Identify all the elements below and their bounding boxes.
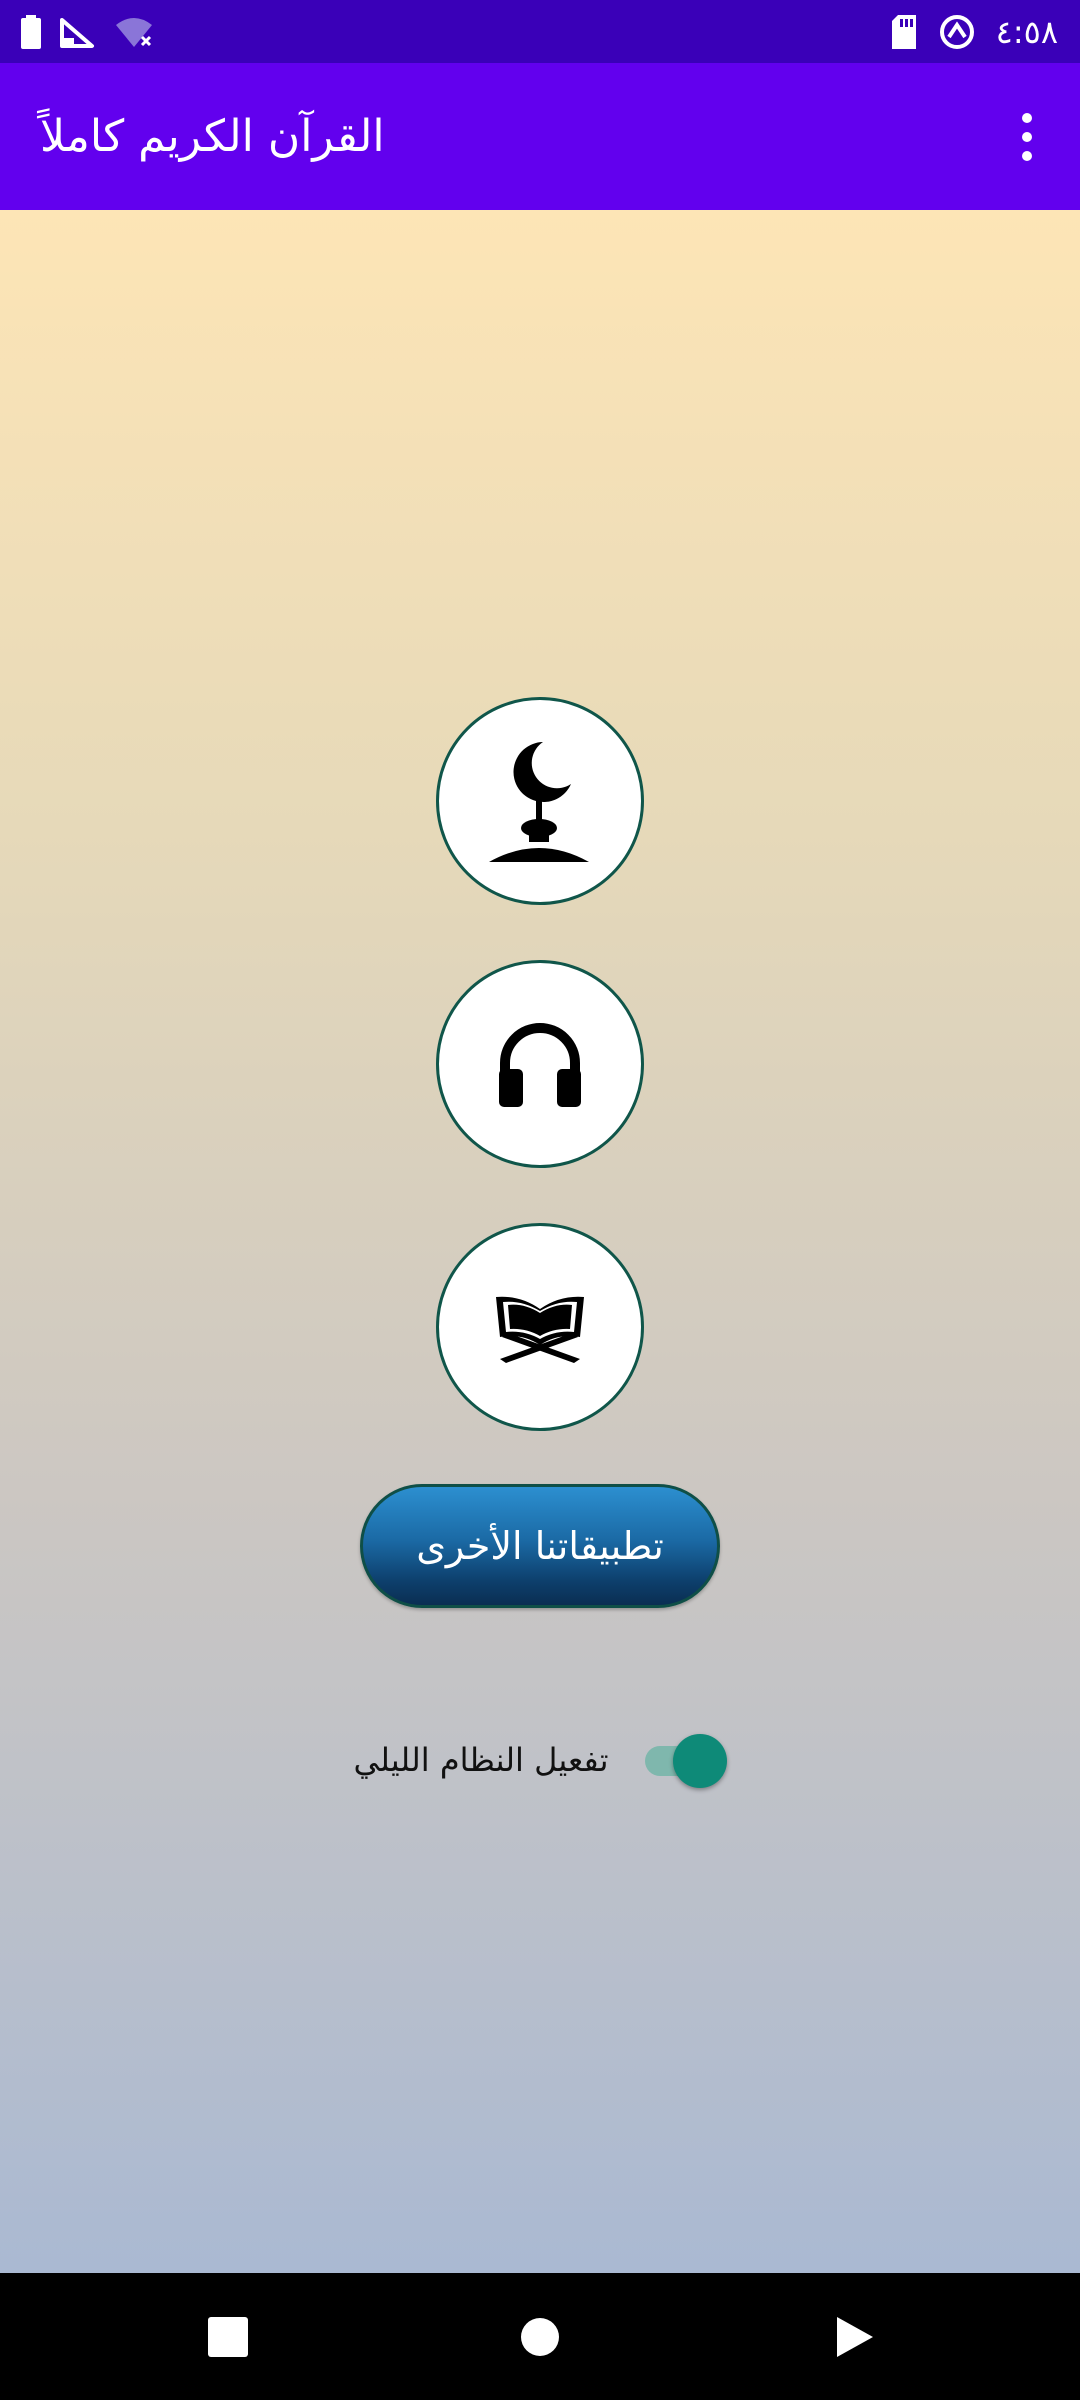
- main-content: تطبيقاتنا الأخرى تفعيل النظام الليلي: [0, 210, 1080, 2273]
- navigation-bar: [0, 2273, 1080, 2400]
- night-mode-label: تفعيل النظام الليلي: [353, 1741, 609, 1779]
- read-quran-button[interactable]: [436, 1223, 644, 1431]
- back-icon: [835, 2315, 875, 2359]
- status-bar-right: ٤:٥٨: [890, 0, 1058, 63]
- wifi-off-icon: [114, 15, 158, 49]
- mosque-button[interactable]: [436, 697, 644, 905]
- home-icon: [520, 2317, 560, 2357]
- battery-icon: [20, 14, 42, 49]
- back-button[interactable]: [795, 2273, 915, 2400]
- signal-icon: [60, 16, 96, 48]
- headphones-icon: [495, 1019, 585, 1109]
- other-apps-label: تطبيقاتنا الأخرى: [416, 1524, 664, 1568]
- switch-thumb: [672, 1734, 727, 1788]
- more-options-button[interactable]: [992, 99, 1062, 175]
- data-saver-icon: [938, 13, 976, 51]
- status-bar: ٤:٥٨: [0, 0, 1080, 63]
- mosque-crescent-icon: [485, 736, 595, 866]
- other-apps-button[interactable]: تطبيقاتنا الأخرى: [360, 1484, 720, 1608]
- night-mode-row: تفعيل النظام الليلي: [0, 1720, 1080, 1800]
- more-vert-icon: [1022, 113, 1032, 123]
- listen-button[interactable]: [436, 960, 644, 1168]
- night-mode-switch[interactable]: [639, 1730, 727, 1790]
- recents-button[interactable]: [168, 2273, 288, 2400]
- app-title: القرآن الكريم كاملاً: [40, 111, 385, 162]
- sd-card-icon: [890, 14, 918, 49]
- status-bar-left: [20, 0, 158, 63]
- status-time: ٤:٥٨: [995, 12, 1058, 51]
- home-button[interactable]: [480, 2273, 600, 2400]
- recents-icon: [208, 2316, 248, 2357]
- quran-book-icon: [490, 1287, 590, 1367]
- app-bar: القرآن الكريم كاملاً: [0, 63, 1080, 210]
